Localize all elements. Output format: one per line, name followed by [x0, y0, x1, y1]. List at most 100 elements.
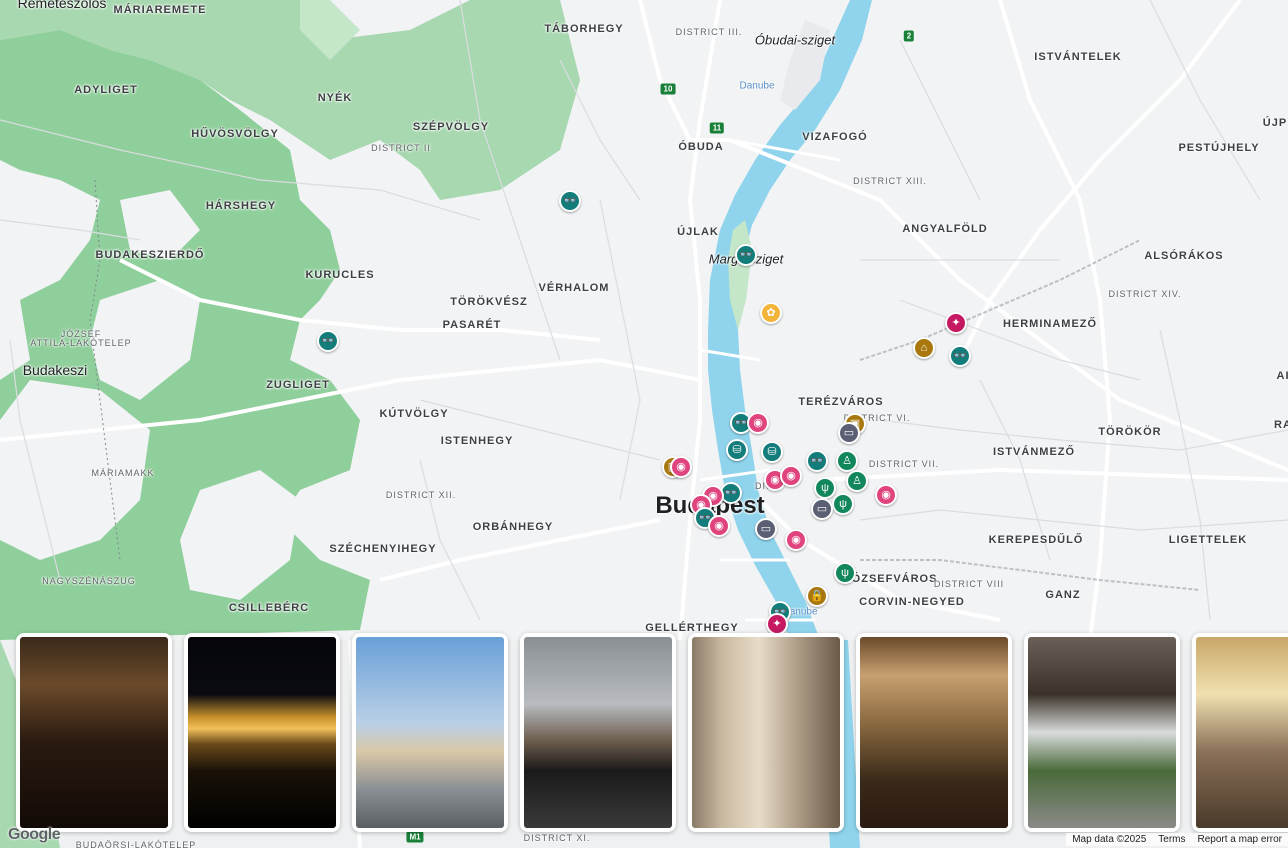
road-shield: 11 [709, 122, 725, 134]
place-label: KURUCLES [305, 269, 375, 281]
map-canvas[interactable]: Remeteszőlős MÁRIAREMETE TÁBORHEGY DISTRICT… [0, 0, 1288, 848]
place-label: TÖRÖKVÉSZ [450, 296, 528, 308]
map-data-text: Map data ©2025 [1072, 834, 1147, 845]
fork-pin[interactable]: ♙ [836, 450, 858, 472]
fork-pin[interactable]: ♙ [846, 470, 868, 492]
place-label: JÓZSEFVÁROS [844, 573, 938, 585]
gear-icon: ✿ [766, 306, 776, 319]
map-attribution: Map data ©2025 Terms Report a map error [1066, 833, 1288, 846]
place-label: ISTVÁNTELEK [1034, 51, 1122, 63]
place-label: DISTRICT XIV. [1108, 289, 1182, 299]
bed-icon: ▭ [816, 502, 828, 515]
sparkle-icon: ✦ [951, 316, 961, 329]
binoculars-pin[interactable]: 👓 [806, 450, 828, 472]
camera-pin[interactable]: ◉ [875, 484, 897, 506]
photo-card[interactable] [352, 633, 508, 832]
photo-card[interactable] [184, 633, 340, 832]
camera-icon: ◉ [791, 533, 801, 546]
place-label: Remeteszőlős [17, 0, 107, 11]
place-label: ÚJP [1262, 117, 1288, 129]
binoculars-pin[interactable]: 👓 [317, 330, 339, 352]
binoculars-icon: ⛁ [767, 445, 777, 458]
landmark-pin[interactable]: ⌂ [913, 337, 935, 359]
binoculars-icon: ⛁ [732, 443, 742, 456]
bed-pin[interactable]: ▭ [811, 498, 833, 520]
camera-pin[interactable]: ◉ [670, 456, 692, 478]
place-label: ADYLIGET [74, 84, 138, 96]
binoculars-pin[interactable]: ⛁ [726, 439, 748, 461]
ornate-hall-photo [1196, 637, 1288, 828]
fork-pin[interactable]: ψ [834, 562, 856, 584]
photo-card[interactable] [520, 633, 676, 832]
place-label: ÓBUDA [678, 141, 724, 153]
sparkle-icon: ✦ [772, 617, 782, 630]
parliament-from-fishermans-bastion-photo [356, 637, 504, 828]
place-label: DISTRICT XI. [523, 833, 591, 843]
report-error-link[interactable]: Report a map error [1198, 834, 1282, 845]
binoculars-icon: 👓 [734, 416, 748, 429]
basilica-interior-photo [20, 637, 168, 828]
place-label: CORVIN-NEGYED [859, 596, 965, 608]
camera-icon: ◉ [676, 460, 686, 473]
photo-card[interactable] [856, 633, 1012, 832]
place-label: DISTRICT VII. [868, 459, 940, 469]
place-label: CSILLEBÉRC [228, 602, 310, 614]
photo-carousel[interactable] [16, 633, 1288, 832]
binoculars-pin[interactable]: ⛁ [761, 441, 783, 463]
place-label: ORBÁNHEGY [472, 521, 554, 533]
fork-icon: ψ [839, 497, 847, 510]
place-label: Óbudai-sziget [754, 32, 836, 48]
fork-pin[interactable]: ψ [832, 493, 854, 515]
binoculars-icon: 👓 [953, 349, 967, 362]
parliament-through-arches-photo [692, 637, 840, 828]
sparkle-pin[interactable]: ✦ [766, 613, 788, 635]
place-label: TÁBORHEGY [544, 23, 624, 35]
place-label: PESTÚJHELY [1178, 142, 1260, 154]
place-label: MÁRIAREMETE [113, 4, 207, 16]
photo-card[interactable] [688, 633, 844, 832]
place-label: Budakeszi [22, 362, 88, 378]
place-label: DISTRICT VIII [933, 579, 1005, 589]
fork-pin[interactable]: ψ [814, 477, 836, 499]
sparkle-pin[interactable]: ✦ [945, 312, 967, 334]
bag-pin[interactable]: 🔒 [806, 585, 828, 607]
vajdahunyad-castle-gate-photo [1028, 637, 1176, 828]
bed-pin[interactable]: ▭ [755, 518, 777, 540]
parliament-night-photo [188, 637, 336, 828]
place-label: BUDAÖRSI-LAKÓTELEP [75, 840, 197, 848]
bed-pin[interactable]: ▭ [838, 422, 860, 444]
place-label: TÖRÖKÖR [1098, 426, 1162, 438]
camera-pin[interactable]: ◉ [785, 529, 807, 551]
binoculars-pin[interactable]: 👓 [949, 345, 971, 367]
cafe-interior-photo [860, 637, 1008, 828]
place-label: VIZAFOGÓ [802, 131, 868, 143]
camera-pin[interactable]: ◉ [747, 412, 769, 434]
photo-card[interactable] [1024, 633, 1180, 832]
parliament-street-view-photo [524, 637, 672, 828]
binoculars-icon: 👓 [724, 486, 738, 499]
camera-pin[interactable]: ◉ [708, 515, 730, 537]
binoculars-icon: 👓 [563, 194, 577, 207]
place-label: KEREPESDŰLŐ [988, 534, 1084, 546]
binoculars-icon: 👓 [810, 454, 824, 467]
photo-card[interactable] [1192, 633, 1288, 832]
place-label: BUDAKESZIERDŐ [95, 249, 205, 261]
place-label: GANZ [1045, 589, 1081, 601]
place-label: HŰVÖSVÖLGY [191, 128, 279, 140]
place-label: DISTRICT XII. [385, 490, 457, 500]
bag-icon: 🔒 [810, 589, 824, 602]
place-label: ATTILA-LAKÓTELEP [30, 338, 132, 348]
terms-link[interactable]: Terms [1158, 834, 1185, 845]
place-label: ISTENHEGY [440, 435, 514, 447]
photo-card[interactable] [16, 633, 172, 832]
binoculars-pin[interactable]: 👓 [735, 244, 757, 266]
binoculars-pin[interactable]: 👓 [559, 190, 581, 212]
place-label: ALSÓRÁKOS [1144, 250, 1224, 262]
camera-pin[interactable]: ◉ [780, 465, 802, 487]
place-label: ANGYALFÖLD [902, 223, 988, 235]
place-label: VÉRHALOM [538, 282, 610, 294]
gear-pin[interactable]: ✿ [760, 302, 782, 324]
bed-icon: ▭ [843, 426, 855, 439]
place-label: KÚTVÖLGY [379, 408, 449, 420]
place-label: ÚJLAK [677, 226, 719, 238]
